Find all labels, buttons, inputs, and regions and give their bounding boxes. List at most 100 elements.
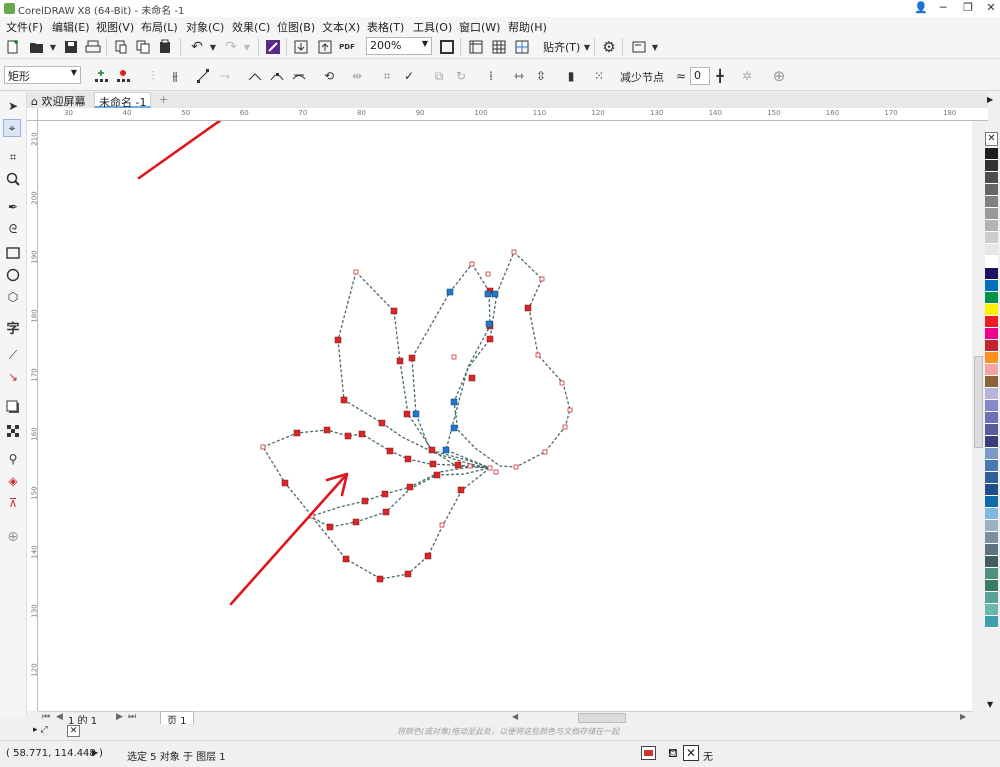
color-swatch[interactable] bbox=[985, 244, 998, 256]
color-swatch[interactable] bbox=[985, 580, 998, 592]
first-page-icon[interactable]: ⏮ bbox=[42, 712, 50, 722]
no-fill-swatch-icon[interactable]: ✕ bbox=[985, 132, 998, 146]
delete-node-icon[interactable] bbox=[114, 67, 132, 85]
copy-icon[interactable] bbox=[134, 38, 152, 56]
minimize-button[interactable]: ─ bbox=[930, 0, 956, 16]
color-swatch[interactable] bbox=[985, 556, 998, 568]
publish-pdf-icon[interactable]: PDF bbox=[338, 38, 356, 56]
ruler-origin[interactable] bbox=[27, 108, 38, 121]
color-swatch[interactable] bbox=[985, 364, 998, 376]
color-swatch[interactable] bbox=[985, 172, 998, 184]
last-page-icon[interactable]: ⏭ bbox=[128, 712, 136, 722]
symmetrical-node-icon[interactable] bbox=[290, 67, 308, 85]
convert-to-line-icon[interactable] bbox=[194, 67, 212, 85]
close-button[interactable]: ✕ bbox=[978, 0, 1000, 16]
ellipse-tool-icon[interactable] bbox=[4, 266, 22, 284]
drop-shadow-icon[interactable] bbox=[4, 398, 22, 416]
connector-tool-icon[interactable]: ↘ bbox=[4, 368, 22, 386]
menu-edit[interactable]: 编辑(E) bbox=[52, 19, 90, 35]
extract-subpath-icon[interactable]: ⌗ bbox=[378, 67, 396, 85]
horizontal-scroll-thumb[interactable] bbox=[578, 713, 626, 723]
color-swatch[interactable] bbox=[985, 532, 998, 544]
selection-mode-combo[interactable]: 矩形 ▼ bbox=[4, 66, 81, 84]
menu-view[interactable]: 视图(V) bbox=[96, 19, 134, 35]
color-swatch[interactable] bbox=[985, 424, 998, 436]
stretch-nodes-icon[interactable]: ⧉ bbox=[430, 67, 448, 85]
palette-scroll-up-icon[interactable]: ▶ bbox=[987, 95, 993, 104]
open-dropdown-icon[interactable]: ▼ bbox=[44, 38, 62, 56]
color-swatch[interactable] bbox=[985, 196, 998, 208]
color-swatch[interactable] bbox=[985, 472, 998, 484]
color-swatch[interactable] bbox=[985, 232, 998, 244]
color-swatch[interactable] bbox=[985, 292, 998, 304]
tab-document[interactable]: 未命名 -1 bbox=[94, 92, 152, 109]
h-scroll-left-icon[interactable]: ◀ bbox=[512, 712, 518, 721]
zoom-level-combo[interactable]: 200% ▼ bbox=[366, 37, 432, 55]
color-swatch[interactable] bbox=[985, 388, 998, 400]
rectangle-tool-icon[interactable] bbox=[4, 244, 22, 262]
select-all-nodes-icon[interactable]: ⁙ bbox=[590, 67, 608, 85]
print-icon[interactable] bbox=[84, 38, 102, 56]
reverse-direction-icon[interactable]: ⟲ bbox=[320, 67, 338, 85]
reduce-nodes-button[interactable]: 减少节点 bbox=[620, 69, 664, 85]
color-swatch[interactable] bbox=[985, 208, 998, 220]
menu-text[interactable]: 文本(X) bbox=[322, 19, 360, 35]
color-swatch[interactable] bbox=[985, 520, 998, 532]
options-gear-icon[interactable]: ⚙ bbox=[600, 38, 618, 56]
menu-object[interactable]: 对象(C) bbox=[186, 19, 224, 35]
smart-fill-icon[interactable]: ⊼ bbox=[4, 494, 22, 512]
zoom-tool-icon[interactable] bbox=[4, 170, 22, 188]
polygon-tool-icon[interactable]: ⬡ bbox=[4, 288, 22, 306]
node-sparkle-icon[interactable]: ✲ bbox=[738, 67, 756, 85]
color-swatch[interactable] bbox=[985, 160, 998, 172]
color-swatch[interactable] bbox=[985, 268, 998, 280]
color-swatch[interactable] bbox=[985, 616, 998, 628]
color-swatch[interactable] bbox=[985, 184, 998, 196]
curve-smoothness-input[interactable]: 0 bbox=[690, 67, 710, 85]
show-grid-icon[interactable] bbox=[490, 38, 508, 56]
color-swatch[interactable] bbox=[985, 460, 998, 472]
tab-welcome-screen[interactable]: ⌂ 欢迎屏幕 bbox=[27, 92, 89, 108]
redo-dropdown-icon[interactable]: ▼ bbox=[238, 38, 256, 56]
new-document-icon[interactable] bbox=[4, 38, 22, 56]
menu-file[interactable]: 文件(F) bbox=[6, 19, 43, 35]
eyedropper-icon[interactable]: ⚲ bbox=[4, 450, 22, 468]
save-icon[interactable] bbox=[62, 38, 80, 56]
new-tab-button[interactable]: + bbox=[155, 92, 172, 108]
color-swatch[interactable] bbox=[985, 328, 998, 340]
menu-tools[interactable]: 工具(O) bbox=[413, 19, 452, 35]
menu-table[interactable]: 表格(T) bbox=[367, 19, 404, 35]
import-icon[interactable] bbox=[292, 38, 310, 56]
palette-scroll-down-icon[interactable]: ▼ bbox=[987, 700, 993, 709]
undo-dropdown-icon[interactable]: ▼ bbox=[204, 38, 222, 56]
fill-bucket-icon[interactable]: ⛾ bbox=[668, 746, 678, 762]
launcher-dropdown-icon[interactable]: ▼ bbox=[646, 38, 664, 56]
color-swatch[interactable] bbox=[985, 484, 998, 496]
drawing-canvas[interactable] bbox=[38, 121, 972, 711]
vertical-scrollbar[interactable] bbox=[972, 121, 985, 711]
color-swatch[interactable] bbox=[985, 220, 998, 232]
freehand-tool-icon[interactable]: ✒ bbox=[4, 198, 22, 216]
mirror-vertical-icon[interactable]: ⇳ bbox=[532, 67, 550, 85]
smoothness-slider-icon[interactable]: ╋ bbox=[711, 67, 729, 85]
cut-icon[interactable] bbox=[112, 38, 130, 56]
show-guidelines-icon[interactable] bbox=[513, 38, 531, 56]
join-nodes-icon[interactable]: ⫶ bbox=[144, 67, 162, 85]
fill-none-swatch-icon[interactable]: ✕ bbox=[683, 745, 699, 761]
color-swatch[interactable] bbox=[985, 544, 998, 556]
paste-icon[interactable] bbox=[156, 38, 174, 56]
scroll-thumb[interactable] bbox=[974, 356, 983, 448]
color-swatch[interactable] bbox=[985, 568, 998, 580]
docpal-menu-icon[interactable]: ▸ ⤢ bbox=[33, 725, 48, 735]
color-swatch[interactable] bbox=[985, 412, 998, 424]
shape-tool-icon[interactable]: ⌖ bbox=[3, 119, 21, 137]
docpal-no-color-icon[interactable]: ✕ bbox=[67, 725, 80, 737]
menu-bitmaps[interactable]: 位图(B) bbox=[277, 19, 315, 35]
interactive-fill-icon[interactable]: ◈ bbox=[4, 472, 22, 490]
align-nodes-icon[interactable]: ⁞ bbox=[482, 67, 500, 85]
snap-to-menu[interactable]: 贴齐(T) bbox=[543, 39, 580, 55]
color-proof-icon[interactable] bbox=[641, 746, 656, 760]
color-swatch[interactable] bbox=[985, 592, 998, 604]
menu-help[interactable]: 帮助(H) bbox=[508, 19, 547, 35]
color-swatch[interactable] bbox=[985, 448, 998, 460]
